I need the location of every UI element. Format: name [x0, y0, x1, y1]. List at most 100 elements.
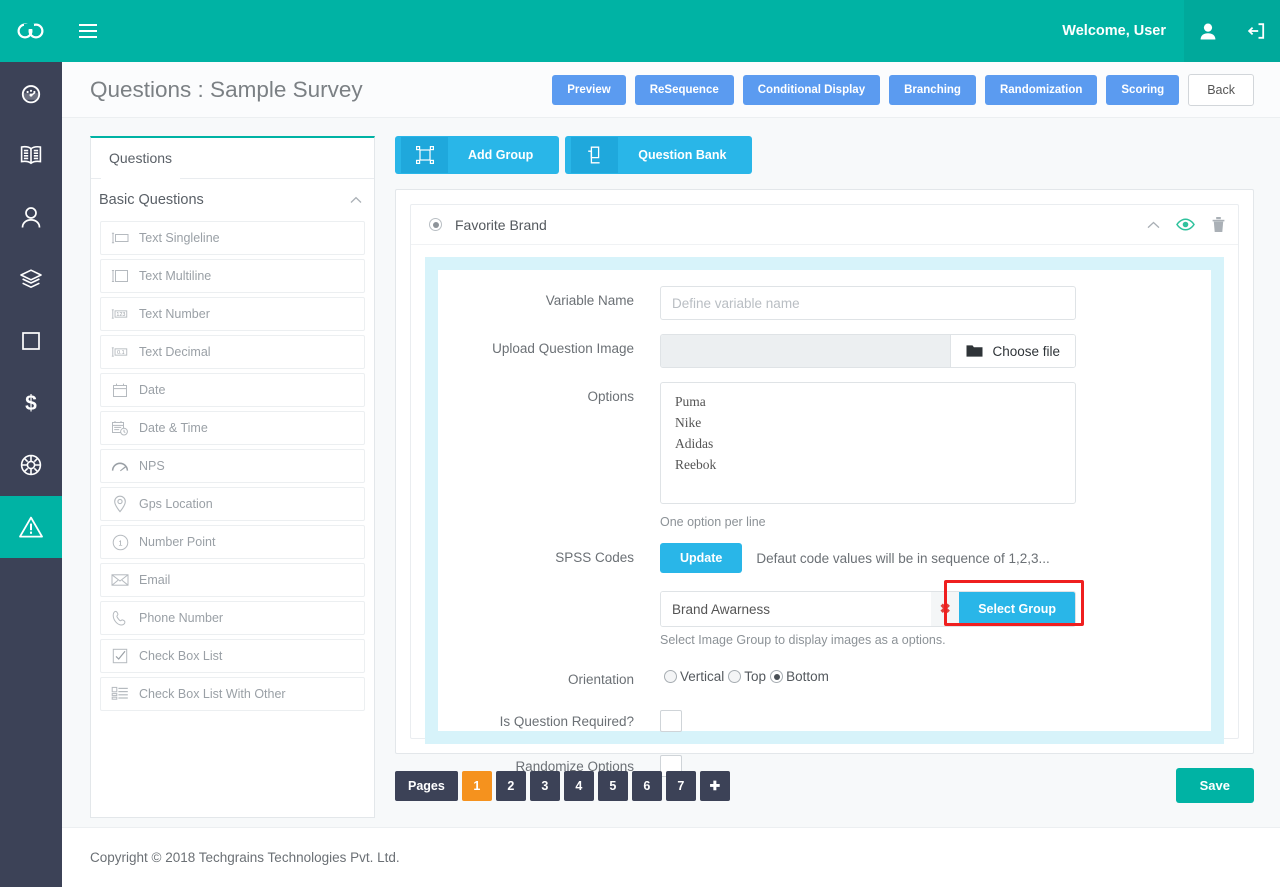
- variable-name-input[interactable]: [660, 286, 1076, 320]
- copy-icon: [571, 137, 619, 173]
- page-button-1[interactable]: 1: [461, 770, 492, 801]
- tab-questions[interactable]: Questions: [101, 138, 181, 179]
- question-type-check-box-list-with-other[interactable]: Check Box List With Other: [100, 677, 365, 711]
- question-type-label: Date & Time: [139, 421, 208, 435]
- page-content: Questions : Sample Survey Preview ReSequ…: [62, 62, 1280, 887]
- page-button-6[interactable]: 6: [631, 770, 662, 801]
- spss-update-row: Update Defaut code values will be in seq…: [660, 543, 1195, 573]
- question-type-phone-number[interactable]: Phone Number: [100, 601, 365, 635]
- sidebar-item-surveys[interactable]: [0, 496, 62, 558]
- layers-icon: [19, 268, 43, 290]
- dollar-icon: $: [21, 391, 41, 415]
- question-type-nps[interactable]: NPS: [100, 449, 365, 483]
- question-type-text-singleline[interactable]: Text Singleline: [100, 221, 365, 255]
- spss-update-button[interactable]: Update: [660, 543, 743, 573]
- question-type-list: Text Singleline Text Multiline 123 Text …: [91, 221, 374, 711]
- image-group-input[interactable]: [661, 592, 932, 626]
- folder-icon: [966, 344, 983, 358]
- question-type-number-point[interactable]: 1 Number Point: [100, 525, 365, 559]
- question-card-outer: Favorite Brand Variable Name Define vari…: [395, 189, 1254, 777]
- orientation-option-top[interactable]: Top: [724, 669, 766, 684]
- choose-file-button[interactable]: Choose file: [950, 335, 1075, 367]
- basic-questions-group-header[interactable]: Basic Questions: [91, 179, 374, 221]
- radio-icon[interactable]: [728, 670, 742, 683]
- question-bank-button[interactable]: Question Bank: [565, 136, 753, 174]
- branching-button[interactable]: Branching: [889, 74, 976, 105]
- required-checkbox[interactable]: [660, 710, 682, 732]
- variable-name-label: Variable Name: [545, 293, 634, 308]
- question-type-label: Check Box List: [139, 649, 223, 663]
- map-pin-icon: [111, 495, 129, 513]
- chevron-up-icon[interactable]: [350, 192, 362, 208]
- preview-button[interactable]: Preview: [552, 74, 626, 105]
- hamburger-menu-icon[interactable]: [62, 0, 114, 62]
- question-type-date[interactable]: Date: [100, 373, 365, 407]
- question-type-text-multiline[interactable]: Text Multiline: [100, 259, 365, 293]
- back-button[interactable]: Back: [1188, 73, 1254, 106]
- page-title: Questions : Sample Survey: [90, 76, 363, 102]
- question-type-label: Text Decimal: [139, 345, 211, 359]
- radio-selected-icon: [429, 218, 442, 231]
- question-type-label: Text Multiline: [139, 269, 212, 283]
- orientation-option-vertical[interactable]: Vertical: [660, 669, 724, 684]
- question-form: Variable Name Upload Question Image: [425, 257, 1224, 777]
- add-group-button[interactable]: Add Group: [395, 136, 560, 174]
- calendar-icon: [111, 381, 129, 399]
- orientation-option-bottom[interactable]: Bottom: [766, 669, 829, 684]
- field-upload-question-image: Upload Question Image Choose file: [438, 334, 1211, 368]
- question-type-label: Phone Number: [139, 611, 224, 625]
- page-header: Questions : Sample Survey Preview ReSequ…: [62, 62, 1280, 118]
- orientation-option-label: Bottom: [786, 669, 829, 684]
- question-type-email[interactable]: Email: [100, 563, 365, 597]
- phone-icon: [111, 609, 129, 627]
- warning-triangle-icon: [19, 516, 43, 538]
- randomization-button[interactable]: Randomization: [984, 74, 1098, 105]
- page-button-4[interactable]: 4: [563, 770, 594, 801]
- radio-icon[interactable]: [664, 670, 677, 683]
- sidebar-item-layers[interactable]: [0, 248, 62, 310]
- app-logo[interactable]: [0, 0, 62, 62]
- page-button-2[interactable]: 2: [495, 770, 526, 801]
- upload-image-control: Choose file: [660, 334, 1211, 368]
- page-button-3[interactable]: 3: [529, 770, 560, 801]
- sidebar-item-users[interactable]: [0, 186, 62, 248]
- image-group-hint: Select Image Group to display images as …: [660, 633, 946, 647]
- sidebar-item-global[interactable]: [0, 434, 62, 496]
- main-toolbar: Add Group Question Bank: [395, 136, 1254, 174]
- scoring-button[interactable]: Scoring: [1106, 74, 1180, 105]
- image-group-input-group: ✖ Select Group: [660, 591, 1076, 627]
- question-type-label: Number Point: [139, 535, 216, 549]
- options-textarea[interactable]: [660, 382, 1076, 504]
- logout-icon[interactable]: [1232, 0, 1280, 62]
- sidebar-item-billing[interactable]: $: [0, 372, 62, 434]
- resequence-button[interactable]: ReSequence: [634, 74, 734, 105]
- sidebar-item-dashboard[interactable]: [0, 62, 62, 124]
- body-columns: Questions Basic Questions Text Singlelin…: [62, 118, 1280, 818]
- page-button-5[interactable]: 5: [597, 770, 628, 801]
- question-type-gps-location[interactable]: Gps Location: [100, 487, 365, 521]
- page-button-7[interactable]: 7: [665, 770, 696, 801]
- trash-icon[interactable]: [1211, 216, 1226, 233]
- question-type-text-number[interactable]: 123 Text Number: [100, 297, 365, 331]
- pages-label: Pages: [395, 770, 458, 801]
- file-path-display[interactable]: [661, 335, 951, 367]
- radio-selected-icon[interactable]: [770, 670, 784, 683]
- chevron-up-icon[interactable]: [1147, 221, 1160, 229]
- eye-icon[interactable]: [1176, 218, 1195, 231]
- save-button[interactable]: Save: [1175, 768, 1254, 803]
- sidebar-item-library[interactable]: [0, 124, 62, 186]
- options-control: One option per line: [660, 382, 1211, 529]
- sidebar-item-panel[interactable]: [0, 310, 62, 372]
- user-icon[interactable]: [1184, 0, 1232, 62]
- question-type-date-time[interactable]: Date & Time: [100, 411, 365, 445]
- field-spss-codes: SPSS Codes Update Defaut code values wil…: [438, 543, 1211, 647]
- conditional-display-button[interactable]: Conditional Display: [742, 74, 881, 105]
- field-options: Options One option per line: [438, 382, 1211, 529]
- question-type-check-box-list[interactable]: Check Box List: [100, 639, 365, 673]
- question-type-text-decimal[interactable]: 0.1 Text Decimal: [100, 335, 365, 369]
- add-page-button[interactable]: ✚: [699, 770, 730, 801]
- svg-text:$: $: [25, 392, 37, 415]
- gauge-icon: [111, 457, 129, 475]
- select-group-button[interactable]: Select Group: [959, 592, 1075, 626]
- close-x-icon[interactable]: ✖: [931, 592, 960, 626]
